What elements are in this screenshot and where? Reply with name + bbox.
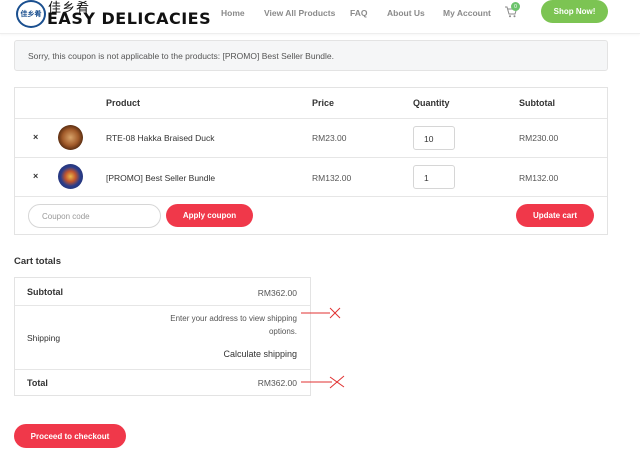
row-divider	[15, 196, 607, 197]
cart-count-badge: 0	[511, 2, 520, 11]
quantity-input[interactable]: 10	[413, 126, 455, 150]
annotation-cross-mark	[301, 307, 341, 319]
row-divider	[15, 157, 607, 158]
cart-table: Product Price Quantity Subtotal × RTE-08…	[14, 87, 608, 235]
proceed-to-checkout-button[interactable]: Proceed to checkout	[14, 424, 126, 448]
remove-item-button[interactable]: ×	[33, 171, 38, 181]
subtotal-value: RM362.00	[257, 288, 297, 298]
site-header: 佳乡肴 佳乡肴 EASY DELICACIES Home View All Pr…	[0, 0, 640, 34]
coupon-code-input[interactable]: Coupon code	[28, 204, 161, 228]
product-subtotal: RM132.00	[519, 173, 559, 183]
update-cart-button[interactable]: Update cart	[516, 204, 594, 227]
coupon-error-notice: Sorry, this coupon is not applicable to …	[14, 40, 608, 71]
shipping-label: Shipping	[27, 333, 61, 343]
total-value: RM362.00	[257, 378, 297, 388]
product-price: RM132.00	[312, 173, 352, 183]
shop-now-button[interactable]: Shop Now!	[541, 0, 608, 23]
header-price: Price	[312, 98, 335, 108]
apply-coupon-button[interactable]: Apply coupon	[166, 204, 253, 227]
header-quantity: Quantity	[413, 98, 450, 108]
cart-totals-heading: Cart totals	[14, 256, 61, 267]
total-label: Total	[27, 378, 48, 388]
product-thumbnail[interactable]	[58, 125, 83, 150]
remove-item-button[interactable]: ×	[33, 132, 38, 142]
logo-emblem-text: 佳乡肴	[20, 9, 42, 18]
product-thumbnail[interactable]	[58, 164, 83, 189]
calculate-shipping-link[interactable]: Calculate shipping	[223, 349, 297, 359]
header-product: Product	[106, 98, 141, 108]
row-divider	[15, 118, 607, 119]
product-price: RM23.00	[312, 133, 347, 143]
nav-view-all-products[interactable]: View All Products	[264, 8, 335, 18]
logo-brand-text: EASY DELICACIES	[47, 9, 212, 28]
row-divider	[15, 305, 310, 306]
logo-emblem-icon: 佳乡肴	[16, 0, 46, 28]
nav-home[interactable]: Home	[221, 8, 245, 18]
product-name[interactable]: [PROMO] Best Seller Bundle	[106, 173, 215, 183]
nav-my-account[interactable]: My Account	[443, 8, 491, 18]
shipping-info-text: Enter your address to view shipping opti…	[170, 314, 297, 336]
cart-totals-table: Subtotal RM362.00 Enter your address to …	[14, 277, 311, 396]
nav-about-us[interactable]: About Us	[387, 8, 425, 18]
subtotal-label: Subtotal	[27, 287, 63, 297]
product-subtotal: RM230.00	[519, 133, 559, 143]
row-divider	[15, 369, 310, 370]
quantity-input[interactable]: 1	[413, 165, 455, 189]
annotation-cross-mark	[301, 375, 345, 389]
product-name[interactable]: RTE-08 Hakka Braised Duck	[106, 133, 215, 143]
nav-faq[interactable]: FAQ	[350, 8, 367, 18]
header-subtotal: Subtotal	[519, 98, 555, 108]
